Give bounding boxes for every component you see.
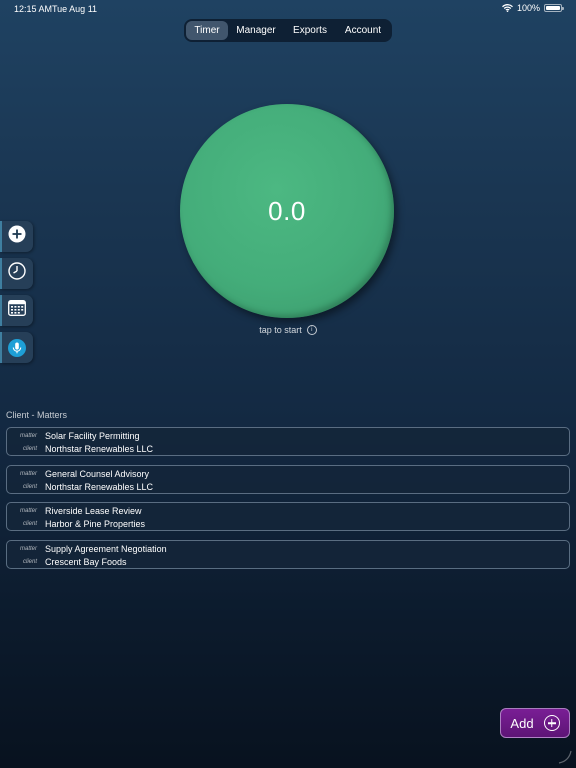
calendar-tool-button[interactable] [0,295,33,326]
matters-section-label: Client - Matters [6,410,68,420]
timer-start-button[interactable]: 0.0 [180,104,394,318]
info-icon[interactable]: i [306,325,317,335]
matter-card[interactable]: matter Solar Facility Permitting client … [6,427,570,456]
plus-circle-icon [543,715,560,731]
matter-list: matter Solar Facility Permitting client … [6,427,570,577]
matter-card[interactable]: matter General Counsel Advisory client N… [6,464,570,494]
add-matter-button[interactable]: Add [500,708,570,738]
main-tabs: Timer Manager Exports Account [184,19,392,42]
status-bar: 12:15 AM Tue Aug 11 100% [0,0,576,20]
matter-card[interactable]: matter Riverside Lease Review client Har… [6,502,570,531]
client-name: Northstar Renewables LLC [45,444,154,454]
microphone-icon [7,338,26,357]
battery-percent: 100% [516,3,540,13]
matter-key-label: matter [19,545,37,552]
voice-input-tool-button[interactable] [0,332,33,363]
clock-icon [7,262,26,285]
status-indicators: 100% [502,3,564,13]
tap-hint: tap to start i [0,325,576,335]
client-key-label: client [22,483,37,490]
client-name: Crescent Bay Foods [45,556,127,567]
battery-icon [544,4,564,12]
corner-handle-icon [558,750,572,764]
client-key-label: client [22,558,37,565]
matter-name: General Counsel Advisory [45,468,150,479]
tab-manager[interactable]: Manager [228,21,284,40]
client-key-label: client [22,521,37,527]
client-key-label: client [22,446,37,452]
status-date: Tue Aug 11 [52,4,98,14]
tab-timer[interactable]: Timer [186,21,228,40]
plus-circle-icon [8,225,26,248]
status-time: 12:15 AM [14,4,53,14]
tap-hint-text: tap to start [259,325,302,335]
add-button-label: Add [510,715,534,731]
add-entry-tool-button[interactable] [0,221,33,252]
client-name: Harbor & Pine Properties [45,519,146,529]
matter-key-label: matter [19,508,37,514]
matter-key-label: matter [19,433,37,439]
matter-key-label: matter [19,470,37,477]
matter-name: Riverside Lease Review [45,506,142,516]
matter-name: Solar Facility Permitting [45,431,140,441]
calendar-icon [7,300,26,321]
wifi-icon [502,4,513,12]
tab-exports[interactable]: Exports [284,21,336,40]
matter-name: Supply Agreement Negotiation [45,543,167,554]
history-tool-button[interactable] [0,258,33,289]
tab-account[interactable]: Account [336,21,390,40]
client-name: Northstar Renewables LLC [45,481,154,492]
timer-value: 0.0 [268,195,306,226]
matter-card[interactable]: matter Supply Agreement Negotiation clie… [6,539,570,569]
